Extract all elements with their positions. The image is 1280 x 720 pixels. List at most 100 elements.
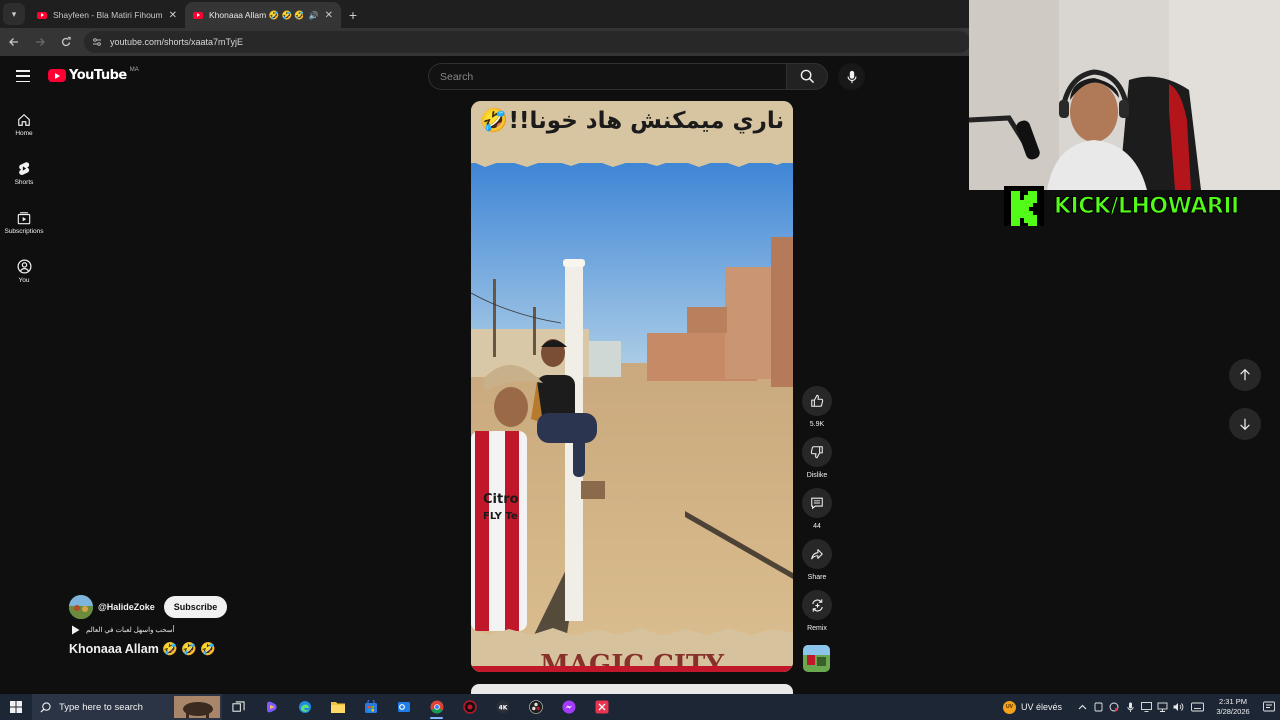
share-button[interactable] <box>802 539 832 569</box>
taskbar-clock[interactable]: 2:31 PM 3/28/2026 <box>1208 697 1258 717</box>
tray-network[interactable] <box>1154 694 1170 720</box>
taskbar-file-explorer[interactable] <box>321 694 354 720</box>
webcam-overlay <box>969 0 1280 190</box>
shorts-actions: 5.9K Dislike 44 Share Remix <box>798 386 836 641</box>
tray-monitor[interactable] <box>1138 694 1154 720</box>
sound-pivot-thumbnail[interactable] <box>803 645 830 672</box>
taskbar-copilot[interactable] <box>255 694 288 720</box>
guide-label: Subscriptions <box>4 227 44 235</box>
shorts-video-player[interactable]: Citro FLY Te MAGIC CITY ناري ميمكنش هاد … <box>471 101 793 672</box>
taskbar-messenger[interactable] <box>552 694 585 720</box>
search-input[interactable] <box>440 70 786 83</box>
taskbar-app-red[interactable] <box>453 694 486 720</box>
like-count: 5.9K <box>809 421 825 428</box>
weather-widget[interactable]: UV UV élevés <box>1002 700 1062 714</box>
task-view-icon <box>232 700 245 712</box>
task-view-button[interactable] <box>222 694 255 720</box>
like-button[interactable] <box>802 386 832 416</box>
search-button[interactable] <box>786 63 828 90</box>
taskbar-app-pink[interactable] <box>585 694 618 720</box>
record-app-icon <box>462 700 477 714</box>
browser-toolbar: youtube.com/shorts/xaata7mTyjE <box>0 28 970 56</box>
next-short-button[interactable] <box>1229 408 1261 440</box>
remix-button[interactable] <box>802 590 832 620</box>
back-button[interactable] <box>2 30 26 54</box>
tab-title: Khonaaa Allam 🤣 🤣 🤣 - Y <box>209 9 303 20</box>
dislike-button[interactable] <box>802 437 832 467</box>
kick-logo-icon <box>1004 186 1044 227</box>
video-frame: Citro FLY Te MAGIC CITY <box>471 101 793 672</box>
device-icon <box>1094 702 1102 712</box>
logo-text: YouTube <box>69 68 127 83</box>
clock-time: 2:31 PM <box>1219 697 1247 706</box>
country-code: MA <box>129 66 139 73</box>
you-icon <box>17 259 31 274</box>
taskbar-edge[interactable] <box>288 694 321 720</box>
kick-channel-banner: KICK/LHOWARII <box>1004 186 1280 227</box>
svg-text:Citro: Citro <box>483 492 519 507</box>
app-tray-icon <box>1109 702 1119 712</box>
youtube-logo[interactable]: YouTube MA <box>48 66 139 83</box>
reload-button[interactable] <box>54 30 78 54</box>
voice-search-button[interactable] <box>838 63 865 90</box>
windows-logo-icon <box>10 701 22 713</box>
channel-handle[interactable]: @HalideZoke <box>98 602 155 612</box>
youtube-play-logo-icon <box>48 69 66 82</box>
shorts-icon <box>19 162 30 175</box>
taskbar-search[interactable]: Type here to search <box>32 694 222 720</box>
thumbs-up-icon <box>811 394 824 407</box>
subscriptions-icon <box>17 211 31 224</box>
comments-button[interactable] <box>802 488 832 518</box>
forward-button[interactable] <box>28 30 52 54</box>
chevron-up-icon <box>1078 704 1086 710</box>
avatar[interactable] <box>69 595 93 619</box>
show-hidden-icons-button[interactable] <box>1074 694 1090 720</box>
tray-volume[interactable] <box>1170 694 1186 720</box>
display-icon <box>1140 702 1152 712</box>
sound-row[interactable]: أسحب واسهل لعبات في العالم <box>71 625 449 635</box>
tray-phone-link[interactable] <box>1090 694 1106 720</box>
comment-count: 44 <box>813 523 821 530</box>
close-tab-icon[interactable]: ✕ <box>325 10 333 21</box>
sound-text: أسحب واسهل لعبات في العالم <box>86 627 175 634</box>
start-button[interactable] <box>0 694 32 720</box>
share-icon <box>811 549 823 560</box>
guide-menu-icon[interactable] <box>16 70 30 82</box>
notification-center-button[interactable] <box>1258 701 1280 713</box>
previous-short-button[interactable] <box>1229 359 1261 391</box>
reload-icon <box>61 36 71 47</box>
video-caption-overlay: ناري ميمكنش هاد خونا!!🤣 <box>479 108 785 134</box>
tray-microphone[interactable] <box>1122 694 1138 720</box>
remix-action: Remix <box>798 590 836 635</box>
taskbar-app-dark[interactable] <box>519 694 552 720</box>
address-bar[interactable]: youtube.com/shorts/xaata7mTyjE <box>84 31 970 53</box>
taskbar-chrome[interactable] <box>420 694 453 720</box>
subscribe-button[interactable]: Subscribe <box>163 596 228 618</box>
tray-app-icon[interactable] <box>1106 694 1122 720</box>
guide-item-you[interactable]: You <box>0 247 48 296</box>
new-tab-button[interactable]: + <box>341 3 365 27</box>
close-tab-icon[interactable]: ✕ <box>169 10 177 21</box>
kick-channel-text: KICK/LHOWARII <box>1054 193 1240 219</box>
tray-input-indicator[interactable] <box>1186 694 1208 720</box>
guide-item-subscriptions[interactable]: Subscriptions <box>0 198 48 247</box>
short-metadata: @HalideZoke Subscribe أسحب واسهل لعبات ف… <box>69 595 449 657</box>
guide-label: Shorts <box>14 179 34 186</box>
youtube-favicon-icon <box>37 11 47 19</box>
audio-playing-icon[interactable]: 🔊 <box>309 11 319 20</box>
site-info-icon[interactable] <box>92 37 102 47</box>
taskbar-outlook[interactable] <box>387 694 420 720</box>
notification-icon <box>1263 701 1275 712</box>
taskbar-store[interactable] <box>354 694 387 720</box>
guide-item-home[interactable]: Home <box>0 100 48 149</box>
browser-tab[interactable]: Shayfeen - Bla Matiri Fihoum (B ✕ <box>29 2 185 28</box>
video-title[interactable]: Khonaaa Allam 🤣 🤣 🤣 <box>69 642 449 657</box>
taskbar-4k-app[interactable]: 4K <box>486 694 519 720</box>
microphone-icon <box>846 70 857 83</box>
weather-text: UV élevés <box>1020 702 1062 712</box>
browser-tab-active[interactable]: Khonaaa Allam 🤣 🤣 🤣 - Y 🔊 ✕ <box>185 2 341 28</box>
search-box[interactable] <box>428 63 786 90</box>
tab-search-button[interactable]: ▾ <box>3 3 25 25</box>
microphone-icon <box>1126 702 1134 712</box>
guide-item-shorts[interactable]: Shorts <box>0 149 48 198</box>
